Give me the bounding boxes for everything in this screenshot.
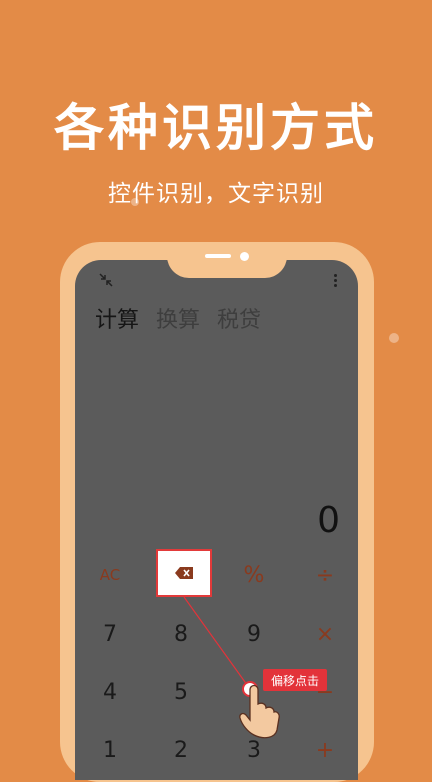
decor-dot (389, 333, 399, 343)
more-vert-icon[interactable] (334, 274, 338, 288)
key-7[interactable]: 7 (82, 610, 138, 658)
key-5[interactable]: 5 (153, 668, 209, 716)
backspace-icon (175, 567, 193, 579)
key-3[interactable]: 3 (226, 726, 282, 774)
key-8[interactable]: 8 (153, 610, 209, 658)
key-percent[interactable]: % (226, 551, 282, 599)
subline: 控件识别，文字识别 (108, 181, 324, 207)
key-plus[interactable]: + (297, 726, 353, 774)
shrink-icon[interactable] (99, 273, 113, 287)
headline: 各种识别方式 (54, 99, 378, 157)
key-4[interactable]: 4 (82, 668, 138, 716)
tab-tax-loan[interactable]: 税贷 (217, 302, 261, 334)
display-value: 0 (317, 500, 340, 541)
phone-camera (240, 252, 249, 261)
key-9[interactable]: 9 (226, 610, 282, 658)
tab-calculate[interactable]: 计算 (95, 302, 139, 334)
key-backspace[interactable] (156, 549, 212, 597)
decor-dot (131, 198, 139, 206)
key-ac[interactable]: AC (82, 551, 138, 599)
tab-convert[interactable]: 换算 (156, 302, 200, 334)
key-1[interactable]: 1 (82, 726, 138, 774)
calculator-tabs: 计算 换算 税贷 (95, 302, 271, 334)
key-divide[interactable]: ÷ (297, 551, 353, 599)
phone-notch (167, 242, 287, 278)
key-2[interactable]: 2 (153, 726, 209, 774)
key-multiply[interactable]: × (297, 610, 353, 658)
offset-click-tooltip: 偏移点击 (263, 669, 327, 691)
phone-speaker (205, 254, 231, 258)
